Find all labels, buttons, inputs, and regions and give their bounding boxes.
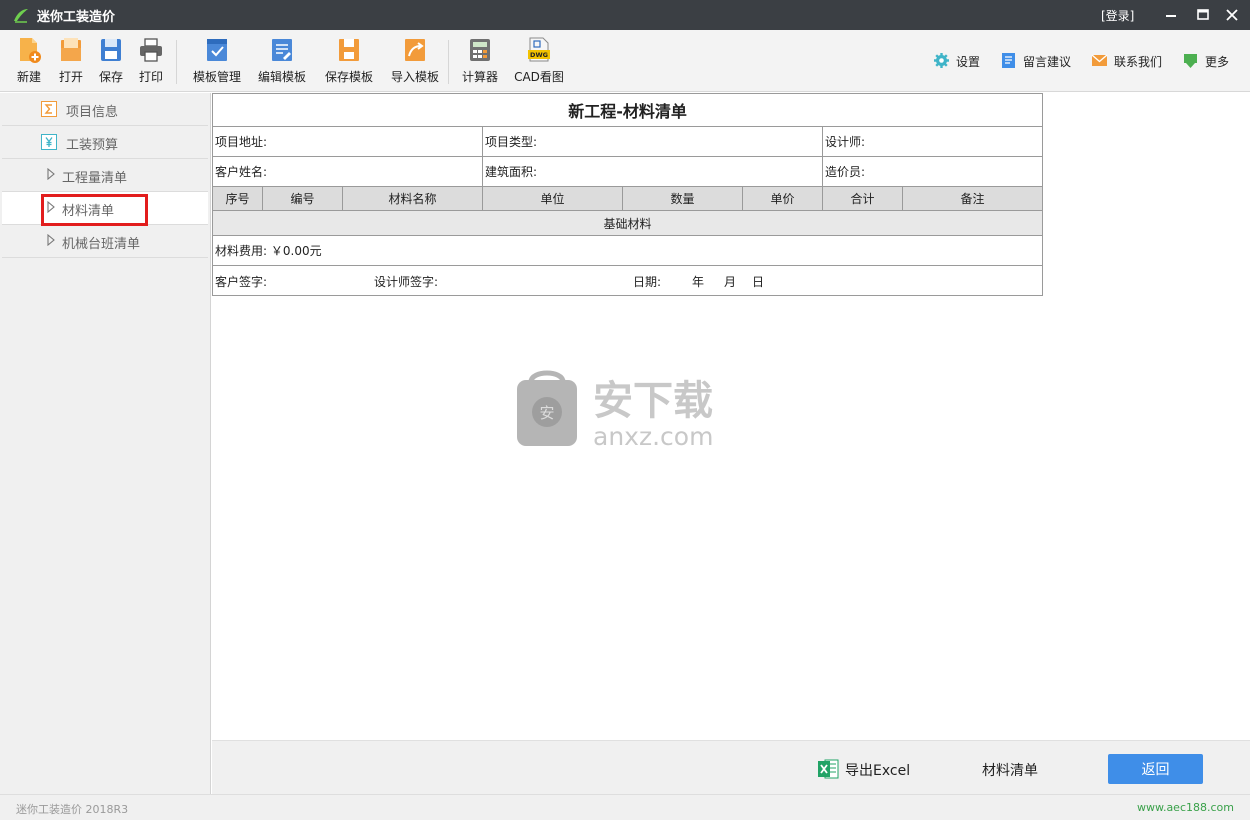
svg-text:安: 安 [539,404,554,422]
settings-button[interactable]: 设置 [933,51,983,71]
printer-icon [140,38,162,62]
calculator-icon [470,39,490,61]
open-button[interactable]: 打开 [56,36,86,88]
open-folder-icon [61,38,81,61]
material-cost-label: 材料费用: [215,244,268,258]
save-disk-icon [101,39,121,61]
dwg-file-icon: DWG [528,37,550,62]
material-cost-row: 材料费用: ￥0.00元 [211,235,1044,266]
sidebar-item-budget[interactable]: 工装预算 [2,126,208,159]
column-header: 备注 [901,186,1044,211]
bottom-bar: 导出Excel 材料清单 返回 [212,740,1250,794]
toolbar: 新建 打开 保存 打印 模板管理 编辑模板 保存模板 导入模板 计算器 DWG … [0,30,1250,92]
excel-icon [818,759,839,779]
estimator-cell[interactable]: 造价员: [821,156,1044,187]
save-button[interactable]: 保存 [96,36,126,88]
import-template-button[interactable]: 导入模板 [388,36,442,88]
signature-row: 客户签字: 设计师签字: 日期: 年 月 日 [211,265,1044,296]
category-row[interactable]: 基础材料 [211,210,1044,236]
login-link[interactable]: [登录] [1101,7,1134,24]
client-sign-label: 客户签字: [215,275,268,289]
sidebar-item-project-info[interactable]: 项目信息 [2,93,208,126]
date-label: 日期: [633,275,662,289]
column-header: 合计 [822,186,903,211]
sidebar-item-machinery-list[interactable]: 机械台班清单 [2,225,208,258]
close-icon[interactable] [1222,5,1242,25]
template-manage-button[interactable]: 模板管理 [190,36,244,88]
back-button[interactable]: 返回 [1108,754,1203,784]
column-header: 编号 [262,186,343,211]
watermark-cn: 安下载 [593,378,713,424]
message-icon [1002,53,1015,68]
watermark-en: anxz.com [593,422,713,448]
envelope-icon [1091,54,1108,66]
more-button[interactable]: 更多 [1182,51,1232,71]
toolbar-separator [448,40,449,84]
version-label: 迷你工装造价 2018R3 [16,803,129,816]
app-window: 迷你工装造价 [登录] 新建 打开 保存 打印 模板管理 编辑模板 保存模板 导… [0,0,1250,820]
save-template-icon [339,39,359,61]
sidebar-item-material-list[interactable]: 材料清单 [2,192,208,225]
edit-template-icon [272,39,292,61]
export-excel-button[interactable]: 导出Excel [817,758,922,780]
calculator-button[interactable]: 计算器 [459,36,501,88]
save-template-button[interactable]: 保存模板 [322,36,376,88]
triangle-right-icon [47,234,55,246]
app-title: 迷你工装造价 [37,10,116,25]
sheet-title: 新工程-材料清单 [211,93,1044,127]
template-manage-icon [207,39,227,61]
building-area-cell[interactable]: 建筑面积: [482,156,823,187]
website-link[interactable]: www.aec188.com [1137,801,1234,814]
year-label: 年 [692,275,705,289]
app-logo-icon [14,9,28,23]
download-more-icon [1184,54,1197,68]
new-file-icon [20,38,41,63]
triangle-right-icon [47,201,55,213]
month-label: 月 [724,275,737,289]
project-address-cell[interactable]: 项目地址: [212,126,483,157]
svg-text:DWG: DWG [530,51,548,59]
column-header: 材料名称 [342,186,483,211]
designer-cell[interactable]: 设计师: [821,126,1044,157]
cad-view-button[interactable]: DWG CAD看图 [512,36,566,88]
print-button[interactable]: 打印 [136,36,166,88]
column-header: 单价 [742,186,823,211]
yen-icon [41,134,57,150]
triangle-right-icon [47,168,55,180]
status-bar: 迷你工装造价 2018R3 www.aec188.com [0,794,1250,820]
new-button[interactable]: 新建 [14,36,44,88]
day-label: 日 [752,275,765,289]
minimize-icon[interactable] [1161,5,1181,25]
edit-template-button[interactable]: 编辑模板 [255,36,309,88]
maximize-icon[interactable] [1193,5,1213,25]
current-view-label: 材料清单 [982,763,1038,779]
column-header: 序号 [212,186,263,211]
material-list-sheet: 新工程-材料清单 项目地址: 项目类型: 设计师: 客户姓名: 建筑面积: 造价… [211,93,1044,296]
project-type-cell[interactable]: 项目类型: [482,126,823,157]
title-bar: 迷你工装造价 [登录] [0,0,1250,30]
material-cost-value: ￥0.00元 [270,244,322,258]
sidebar-item-quantity-list[interactable]: 工程量清单 [2,159,208,192]
feedback-button[interactable]: 留言建议 [1000,51,1076,71]
import-template-icon [405,39,425,61]
contact-us-button[interactable]: 联系我们 [1091,51,1167,71]
sigma-icon [41,101,57,117]
client-name-cell[interactable]: 客户姓名: [212,156,483,187]
column-header: 数量 [622,186,743,211]
watermark-logo: 安 安下载 anxz.com [517,370,713,448]
toolbar-separator [176,40,177,84]
column-header: 单位 [482,186,623,211]
designer-sign-label: 设计师签字: [374,275,439,289]
sidebar: 项目信息 工装预算 工程量清单 材料清单 机械台班清单 [0,93,211,794]
gear-icon [934,53,949,68]
table-header-row: 序号 编号 材料名称 单位 数量 单价 合计 备注 [212,186,1044,211]
